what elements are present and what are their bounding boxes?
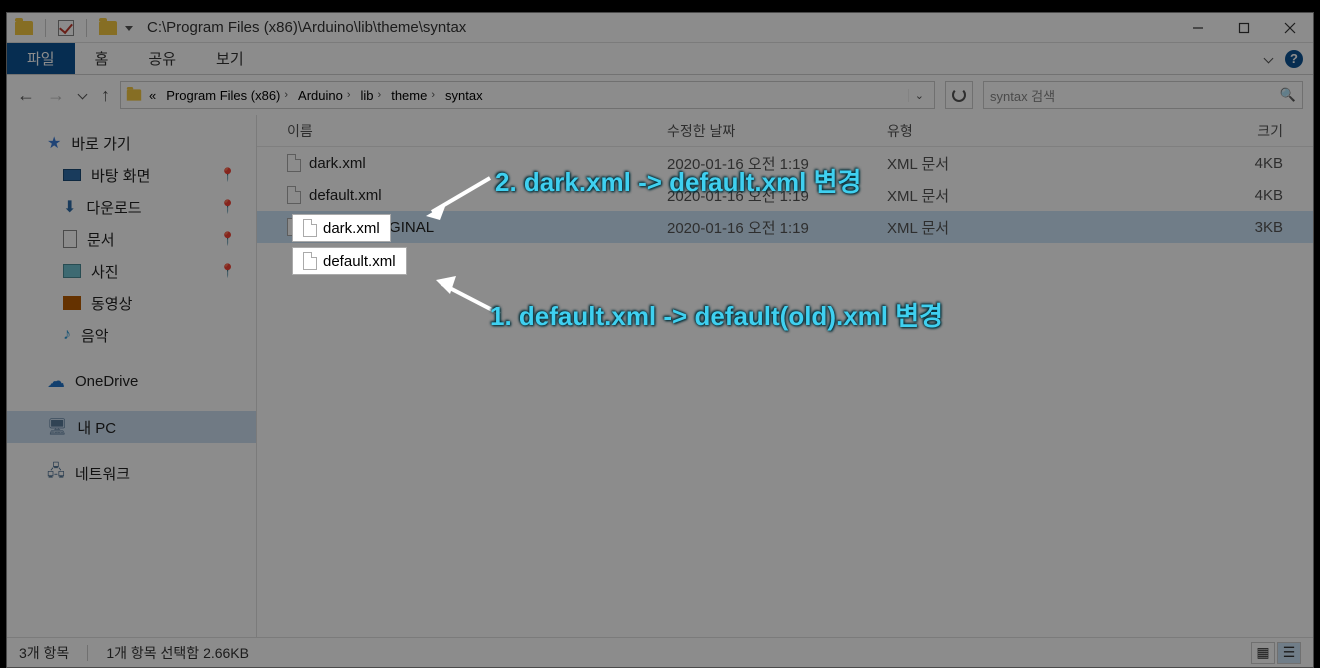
column-headers[interactable]: 이름 수정한 날짜 유형 크기 bbox=[257, 115, 1313, 147]
annotation-text-1: 1. default.xml -> default(old).xml 변경 bbox=[490, 296, 943, 333]
help-icon[interactable]: ? bbox=[1285, 50, 1303, 68]
star-icon: ★ bbox=[47, 133, 61, 153]
pictures-icon bbox=[63, 264, 81, 278]
network-icon: 🖧 bbox=[47, 460, 65, 487]
annotation-text-2: 2. dark.xml -> default.xml 변경 bbox=[495, 162, 861, 199]
breadcrumb-segment[interactable]: Arduino› bbox=[294, 88, 354, 103]
file-row[interactable]: default_ORIGINAL 2020-01-16 오전 1:19 XML … bbox=[257, 211, 1313, 243]
cloud-icon: ☁ bbox=[47, 371, 65, 392]
search-icon: 🔍 bbox=[1280, 87, 1296, 103]
sidebar-network[interactable]: 🖧네트워크 bbox=[7, 457, 256, 489]
refresh-icon bbox=[952, 88, 966, 102]
status-selection: 1개 항목 선택함 2.66KB bbox=[106, 643, 249, 663]
highlight-file-default: default.xml bbox=[292, 247, 407, 275]
tab-file[interactable]: 파일 bbox=[7, 43, 75, 74]
sidebar-onedrive[interactable]: ☁OneDrive bbox=[7, 365, 256, 397]
view-details-button[interactable]: ☰ bbox=[1277, 642, 1301, 664]
navigation-pane: ★바로 가기 바탕 화면📍 ⬇다운로드📍 문서📍 사진📍 동영상 ♪음악 ☁On… bbox=[7, 115, 257, 637]
address-dropdown-icon[interactable]: ⌄ bbox=[908, 89, 930, 102]
sidebar-quick-access[interactable]: ★바로 가기 bbox=[7, 127, 256, 159]
sidebar-downloads[interactable]: ⬇다운로드📍 bbox=[7, 191, 256, 223]
desktop-icon bbox=[63, 169, 81, 181]
folder-icon bbox=[127, 89, 141, 100]
music-icon: ♪ bbox=[63, 326, 71, 344]
sidebar-this-pc[interactable]: 🖥내 PC bbox=[7, 411, 256, 443]
refresh-button[interactable] bbox=[945, 81, 973, 109]
breadcrumb-prefix: « bbox=[149, 88, 156, 103]
view-large-icons-button[interactable]: ▦ bbox=[1251, 642, 1275, 664]
pin-icon: 📍 bbox=[220, 167, 236, 183]
sidebar-pictures[interactable]: 사진📍 bbox=[7, 255, 256, 287]
document-icon bbox=[63, 230, 77, 248]
pin-icon: 📍 bbox=[220, 199, 236, 215]
pc-icon: 🖥 bbox=[47, 417, 67, 437]
highlight-file-dark: dark.xml bbox=[292, 214, 391, 242]
folder-icon bbox=[15, 21, 33, 35]
pin-icon: 📍 bbox=[220, 231, 236, 247]
ribbon-tabs: 파일 홈 공유 보기 ? bbox=[7, 43, 1313, 75]
folder-icon-small bbox=[99, 21, 117, 35]
column-name[interactable]: 이름 bbox=[257, 121, 667, 141]
file-icon bbox=[287, 186, 301, 204]
arrow-annotation-1 bbox=[420, 170, 500, 230]
sidebar-documents[interactable]: 문서📍 bbox=[7, 223, 256, 255]
file-icon bbox=[303, 252, 317, 270]
breadcrumb-segment[interactable]: syntax bbox=[441, 88, 487, 103]
column-type[interactable]: 유형 bbox=[887, 121, 1127, 141]
breadcrumb-segment[interactable]: theme› bbox=[387, 88, 439, 103]
back-button[interactable]: ← bbox=[17, 85, 35, 106]
forward-button[interactable]: → bbox=[47, 85, 65, 106]
breadcrumb-segment[interactable]: lib› bbox=[357, 88, 386, 103]
sidebar-music[interactable]: ♪음악 bbox=[7, 319, 256, 351]
maximize-button[interactable] bbox=[1221, 13, 1267, 43]
history-dropdown-icon[interactable] bbox=[77, 89, 89, 101]
title-bar: C:\Program Files (x86)\Arduino\lib\theme… bbox=[7, 13, 1313, 43]
status-item-count: 3개 항목 bbox=[19, 643, 69, 663]
qat-properties-icon[interactable] bbox=[58, 20, 74, 36]
explorer-window: C:\Program Files (x86)\Arduino\lib\theme… bbox=[6, 12, 1314, 668]
tab-home[interactable]: 홈 bbox=[75, 43, 129, 74]
breadcrumb-segment[interactable]: Program Files (x86)› bbox=[162, 88, 292, 103]
file-icon bbox=[303, 219, 317, 237]
minimize-button[interactable] bbox=[1175, 13, 1221, 43]
search-input[interactable]: syntax 검색 🔍 bbox=[983, 81, 1303, 109]
ribbon-collapse-icon[interactable] bbox=[1263, 53, 1275, 65]
window-title: C:\Program Files (x86)\Arduino\lib\theme… bbox=[143, 19, 466, 36]
file-icon bbox=[287, 154, 301, 172]
qat-dropdown-icon[interactable] bbox=[125, 23, 135, 33]
up-button[interactable]: ↑ bbox=[101, 85, 110, 106]
address-bar[interactable]: « Program Files (x86)› Arduino› lib› the… bbox=[120, 81, 935, 109]
navigation-bar: ← → ↑ « Program Files (x86)› Arduino› li… bbox=[7, 75, 1313, 115]
status-bar: 3개 항목 1개 항목 선택함 2.66KB ▦ ☰ bbox=[7, 637, 1313, 667]
tab-share[interactable]: 공유 bbox=[128, 43, 196, 74]
tab-view[interactable]: 보기 bbox=[196, 43, 264, 74]
close-button[interactable] bbox=[1267, 13, 1313, 43]
sidebar-videos[interactable]: 동영상 bbox=[7, 287, 256, 319]
search-placeholder: syntax 검색 bbox=[990, 86, 1055, 105]
column-size[interactable]: 크기 bbox=[1127, 121, 1313, 141]
videos-icon bbox=[63, 296, 81, 310]
sidebar-desktop[interactable]: 바탕 화면📍 bbox=[7, 159, 256, 191]
download-icon: ⬇ bbox=[63, 197, 76, 217]
column-date[interactable]: 수정한 날짜 bbox=[667, 121, 887, 141]
pin-icon: 📍 bbox=[220, 263, 236, 279]
